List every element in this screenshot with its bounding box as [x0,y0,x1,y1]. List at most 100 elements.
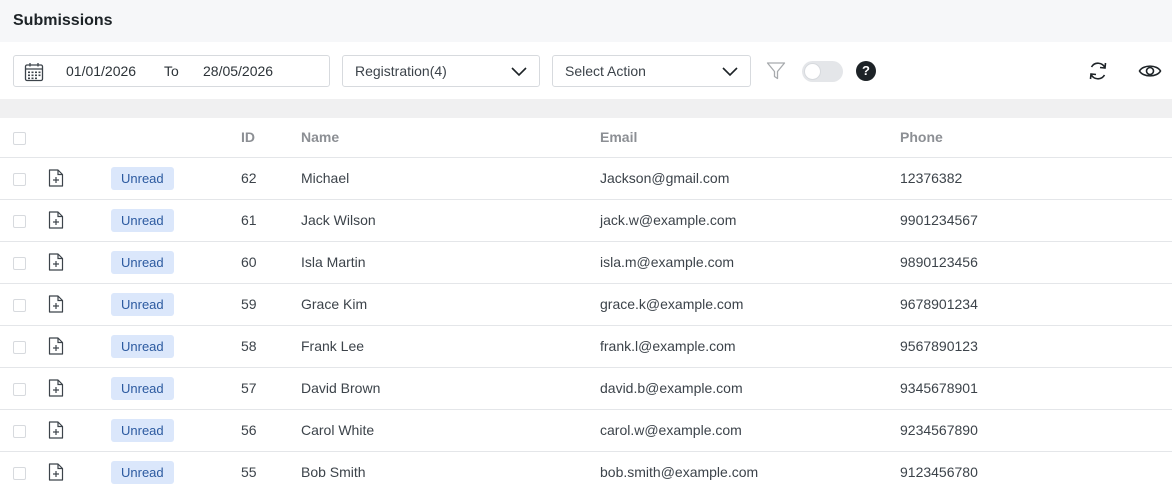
row-preview-cell [40,367,111,410]
row-status-cell: Unread [111,325,241,368]
row-id: 62 [241,157,301,200]
refresh-icon[interactable] [1087,60,1109,82]
row-name: Bob Smith [301,451,600,493]
row-preview-cell [40,283,111,326]
row-checkbox[interactable] [13,214,26,228]
row-email: david.b@example.com [600,367,900,410]
row-email: bob.smith@example.com [600,451,900,493]
select-all-checkbox[interactable] [13,132,26,146]
row-name: Frank Lee [301,325,600,368]
row-status-cell: Unread [111,367,241,410]
view-document-icon[interactable] [48,169,64,187]
date-to-input[interactable]: 28/05/2026 [203,63,273,79]
row-id: 56 [241,409,301,452]
status-badge: Unread [111,460,174,484]
row-phone: 9901234567 [900,199,1172,242]
row-phone: 9678901234 [900,283,1172,326]
row-checkbox-cell [0,241,40,284]
row-checkbox[interactable] [13,172,26,186]
row-status-cell: Unread [111,157,241,200]
table-row[interactable]: Unread 58 Frank Lee frank.l@example.com … [0,325,1172,368]
table-row[interactable]: Unread 62 Michael Jackson@gmail.com 1237… [0,157,1172,200]
column-header-id[interactable]: ID [241,118,301,158]
view-document-icon[interactable] [48,463,64,481]
row-id: 60 [241,241,301,284]
table-row[interactable]: Unread 57 David Brown david.b@example.co… [0,367,1172,410]
row-name: Grace Kim [301,283,600,326]
row-id: 61 [241,199,301,242]
toggle-switch[interactable] [802,61,843,82]
page-title: Submissions [13,12,113,29]
table-header-row: ID Name Email Phone [0,118,1172,158]
row-status-cell: Unread [111,241,241,284]
row-checkbox-cell [0,325,40,368]
row-name: Isla Martin [301,241,600,284]
row-preview-cell [40,409,111,452]
table-row[interactable]: Unread 61 Jack Wilson jack.w@example.com… [0,199,1172,242]
row-phone: 12376382 [900,157,1172,200]
row-status-cell: Unread [111,283,241,326]
row-checkbox[interactable] [13,340,26,354]
eye-icon[interactable] [1138,61,1162,81]
row-checkbox[interactable] [13,466,26,480]
view-document-icon[interactable] [48,211,64,229]
row-email: grace.k@example.com [600,283,900,326]
table-row[interactable]: Unread 55 Bob Smith bob.smith@example.co… [0,451,1172,493]
view-document-icon[interactable] [48,379,64,397]
row-phone: 9345678901 [900,367,1172,410]
status-badge: Unread [111,418,174,442]
page-header: Submissions [0,0,1172,42]
row-checkbox[interactable] [13,298,26,312]
chevron-down-icon [722,67,738,77]
row-name: Carol White [301,409,600,452]
calendar-icon[interactable] [24,62,44,82]
row-email: Jackson@gmail.com [600,157,900,200]
row-preview-cell [40,325,111,368]
row-checkbox-cell [0,283,40,326]
select-all-cell [0,118,40,158]
status-badge: Unread [111,376,174,400]
form-select-value: Registration(4) [355,63,447,79]
row-phone: 9234567890 [900,409,1172,452]
view-document-icon[interactable] [48,295,64,313]
bulk-action-select[interactable]: Select Action [552,55,751,87]
chevron-down-icon [511,67,527,77]
row-name: Michael [301,157,600,200]
status-badge: Unread [111,166,174,190]
divider-band [0,99,1172,118]
toggle-knob [804,63,821,80]
view-document-icon[interactable] [48,421,64,439]
table-row[interactable]: Unread 59 Grace Kim grace.k@example.com … [0,283,1172,326]
row-checkbox[interactable] [13,256,26,270]
row-preview-cell [40,157,111,200]
row-email: isla.m@example.com [600,241,900,284]
row-name: David Brown [301,367,600,410]
column-header-email[interactable]: Email [600,118,900,158]
row-preview-cell [40,199,111,242]
date-range-picker[interactable]: 01/01/2026 To 28/05/2026 [13,55,330,87]
view-document-icon[interactable] [48,337,64,355]
status-badge: Unread [111,334,174,358]
view-document-icon[interactable] [48,253,64,271]
row-phone: 9567890123 [900,325,1172,368]
row-phone: 9123456780 [900,451,1172,493]
column-header-name[interactable]: Name [301,118,600,158]
table-row[interactable]: Unread 56 Carol White carol.w@example.co… [0,409,1172,452]
row-id: 59 [241,283,301,326]
row-checkbox[interactable] [13,424,26,438]
row-email: carol.w@example.com [600,409,900,452]
row-checkbox[interactable] [13,382,26,396]
row-id: 57 [241,367,301,410]
row-status-cell: Unread [111,199,241,242]
toolbar: 01/01/2026 To 28/05/2026 Registration(4)… [0,42,1172,99]
form-select[interactable]: Registration(4) [342,55,540,87]
status-badge: Unread [111,208,174,232]
date-from-input[interactable]: 01/01/2026 [66,63,136,79]
filter-icon[interactable] [766,61,786,81]
table-row[interactable]: Unread 60 Isla Martin isla.m@example.com… [0,241,1172,284]
row-checkbox-cell [0,157,40,200]
status-badge: Unread [111,250,174,274]
row-checkbox-cell [0,367,40,410]
column-header-phone[interactable]: Phone [900,118,1172,158]
help-icon[interactable]: ? [856,61,876,81]
